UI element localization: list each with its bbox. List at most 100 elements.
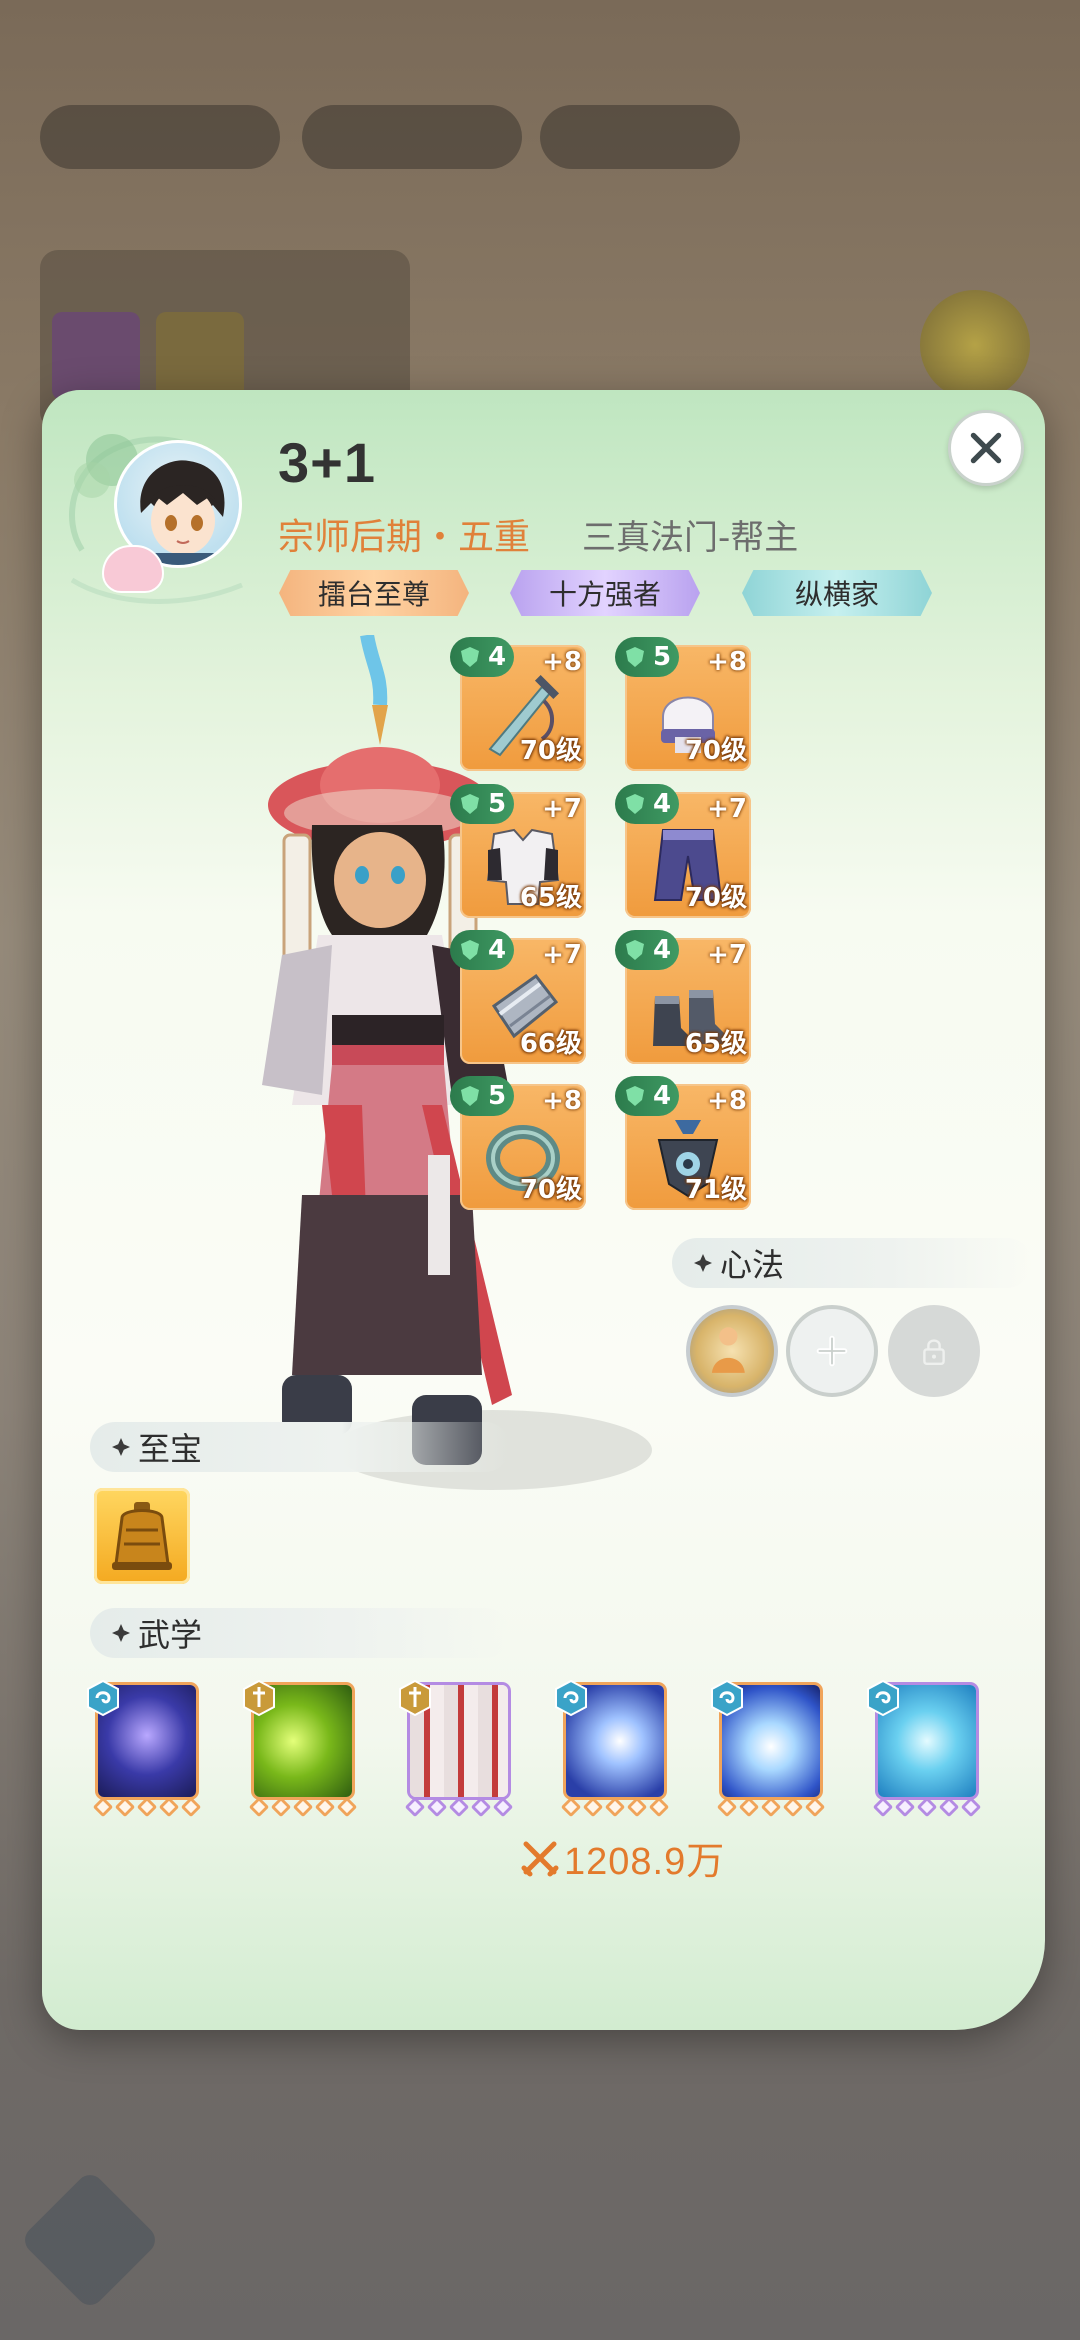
equip-stars: 4: [488, 935, 507, 965]
equip-enhance: +7: [542, 794, 582, 824]
equip-enhance: +8: [707, 1086, 747, 1116]
sword-type-icon: [243, 1679, 275, 1717]
equip-enhance: +8: [542, 1086, 582, 1116]
shield-star-icon: [461, 647, 479, 667]
equip-enhance: +7: [707, 794, 747, 824]
lock-icon: [923, 1339, 945, 1365]
equip-enhance: +7: [707, 940, 747, 970]
skill-stars: [248, 1796, 358, 1819]
shield-star-icon: [461, 940, 479, 960]
player-info-dialog: 3+1 宗师后期・五重 三真法门-帮主 擂台至尊 十方强者 纵横家 4 +8 7…: [42, 390, 1045, 2030]
skill-slot-1[interactable]: [87, 1679, 202, 1818]
skill-stars: [560, 1796, 670, 1819]
star-level-badge: 4: [615, 784, 680, 824]
skill-slot-4[interactable]: [555, 1679, 670, 1818]
equip-enhance: +8: [707, 647, 747, 677]
combat-power: 1208.9万: [520, 1830, 725, 1885]
star-level-badge: 5: [615, 637, 680, 677]
shield-star-icon: [461, 794, 479, 814]
equip-level: 70级: [684, 883, 747, 913]
section-title: 武学: [138, 1616, 203, 1654]
diamond-bullet-icon: [694, 1254, 712, 1272]
player-name: 3+1: [278, 431, 376, 494]
equip-level: 71级: [684, 1175, 747, 1205]
player-sect: 三真法门-帮主: [582, 518, 799, 558]
xinfa-slot-2[interactable]: [786, 1305, 878, 1397]
background-top-bar: [40, 105, 760, 185]
title-badge[interactable]: 纵横家: [742, 570, 932, 616]
sword-type-icon: [399, 1679, 431, 1717]
equip-slot-pendant[interactable]: 4 +8 71级: [615, 1076, 751, 1210]
crossed-swords-icon: [521, 1841, 559, 1876]
shield-star-icon: [626, 1086, 644, 1106]
equip-stars: 5: [488, 789, 507, 819]
star-level-badge: 4: [450, 637, 515, 677]
equip-slot-boots[interactable]: 4 +7 65级: [615, 930, 751, 1064]
taiji-icon: [555, 1679, 587, 1717]
equip-level: 70级: [684, 736, 747, 766]
title-badge[interactable]: 十方强者: [510, 570, 700, 616]
skill-slot-5[interactable]: [711, 1679, 826, 1818]
skill-slot-3[interactable]: [399, 1679, 514, 1818]
taiji-icon: [87, 1679, 119, 1717]
diamond-bullet-icon: [112, 1438, 130, 1456]
shield-star-icon: [626, 940, 644, 960]
equip-slot-head[interactable]: 5 +8 70级: [615, 637, 751, 771]
equip-stars: 4: [653, 789, 672, 819]
skill-stars: [404, 1796, 514, 1819]
pet-bunny-icon: [102, 545, 164, 593]
equip-level: 66级: [519, 1029, 582, 1059]
player-rank: 宗师后期・五重: [278, 517, 531, 558]
close-button[interactable]: [948, 410, 1024, 486]
equip-level: 70级: [519, 736, 582, 766]
golden-bell-icon: [112, 1502, 172, 1570]
section-title: 心法: [720, 1246, 785, 1284]
equip-enhance: +8: [542, 647, 582, 677]
close-icon: [970, 432, 1002, 464]
section-header-treasure: 至宝: [90, 1422, 510, 1472]
shield-star-icon: [626, 647, 644, 667]
equip-level: 70级: [519, 1175, 582, 1205]
player-avatar-frame[interactable]: [52, 410, 272, 610]
equip-enhance: +7: [542, 940, 582, 970]
equip-level: 65级: [684, 1029, 747, 1059]
shield-star-icon: [626, 794, 644, 814]
taiji-icon: [867, 1679, 899, 1717]
background-orb: [920, 290, 1030, 400]
xinfa-slot-1[interactable]: [686, 1305, 778, 1397]
combat-power-value: 1208.9万: [564, 1841, 726, 1883]
section-header-martial: 武学: [90, 1608, 510, 1658]
equip-slot-ring[interactable]: 5 +8 70级: [450, 1076, 586, 1210]
shield-star-icon: [461, 1086, 479, 1106]
background-slot: [52, 312, 140, 400]
equip-stars: 5: [653, 642, 672, 672]
taiji-icon: [711, 1679, 743, 1717]
skill-stars: [92, 1796, 202, 1819]
xinfa-slot-3[interactable]: [888, 1305, 980, 1397]
section-header-xinfa-label: 心法: [672, 1238, 1032, 1288]
equip-slot-legs[interactable]: 4 +7 70级: [615, 784, 751, 918]
diamond-bullet-icon: [112, 1624, 130, 1642]
equip-stars: 4: [488, 642, 507, 672]
equip-stars: 4: [653, 1081, 672, 1111]
title-badge[interactable]: 擂台至尊: [279, 570, 469, 616]
star-level-badge: 5: [450, 1076, 515, 1116]
treasure-slot[interactable]: [94, 1488, 190, 1584]
background-slot: [156, 312, 244, 400]
skill-slot-2[interactable]: [243, 1679, 358, 1818]
xinfa-monk-icon: [711, 1327, 745, 1373]
equip-slot-weapon[interactable]: 4 +8 70级: [450, 637, 586, 771]
equip-slot-bracer[interactable]: 4 +7 66级: [450, 930, 586, 1064]
skill-stars: [716, 1796, 826, 1819]
star-level-badge: 4: [615, 930, 680, 970]
background-corner-button: [19, 2169, 161, 2311]
skill-stars: [872, 1796, 982, 1819]
equip-stars: 4: [653, 935, 672, 965]
star-level-badge: 5: [450, 784, 515, 824]
skill-slot-6[interactable]: [867, 1679, 982, 1818]
equip-slot-body[interactable]: 5 +7 65级: [450, 784, 586, 918]
plus-icon: [816, 1335, 848, 1367]
section-title: 至宝: [138, 1430, 203, 1468]
equip-stars: 5: [488, 1081, 507, 1111]
character-model: [262, 635, 652, 1490]
